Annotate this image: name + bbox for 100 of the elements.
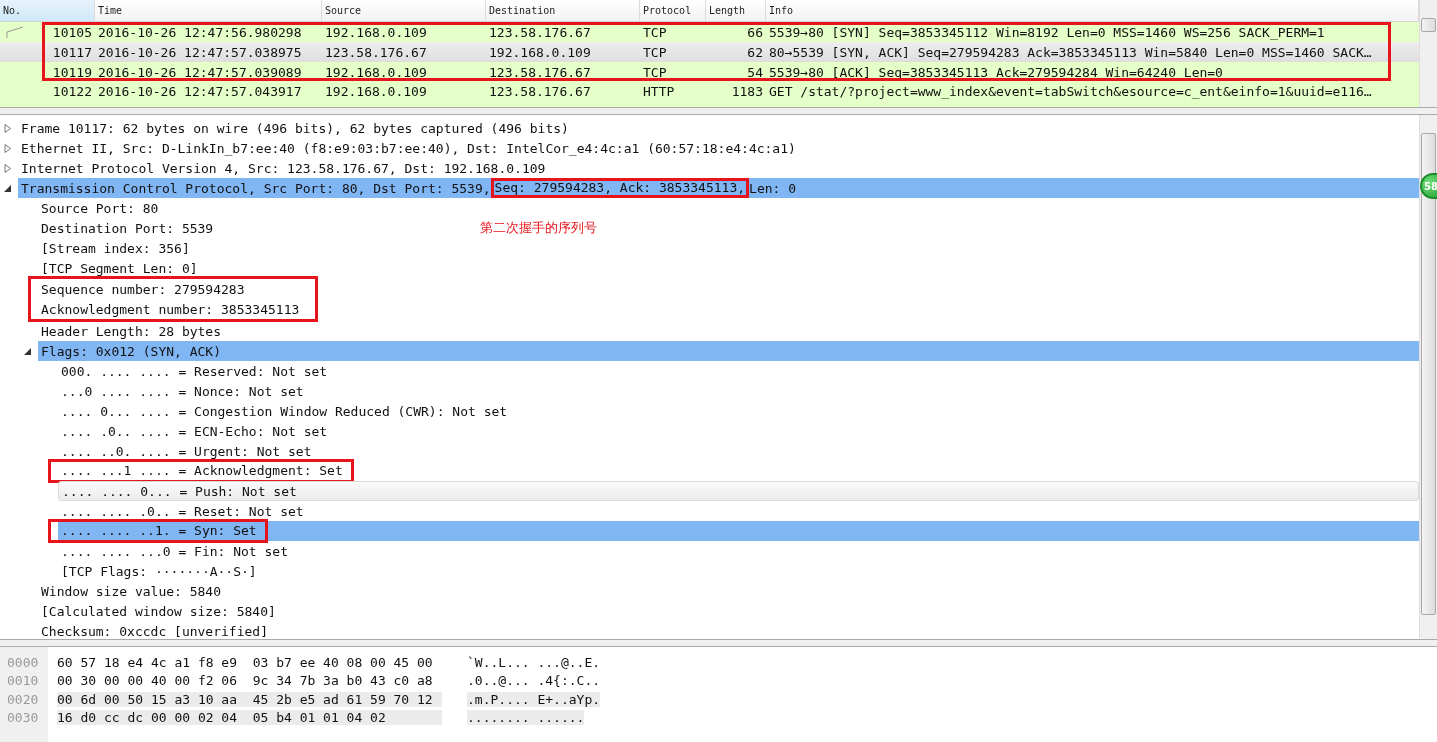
tree-item-text: [TCP Flags: ·······A··S·] <box>61 563 257 579</box>
tree-item-text: Source Port: 80 <box>41 200 159 216</box>
packet-cell: 80→5539 [SYN, ACK] Seq=279594283 Ack=3853345113 Win=5840 Len=0 MSS=1460 SACK… <box>769 44 1372 60</box>
pane-splitter[interactable] <box>0 640 1437 647</box>
annotation-note: 第二次握手的序列号 <box>480 219 598 237</box>
scrollbar[interactable] <box>1419 0 1437 107</box>
tree-item-text: Ethernet II, Src: D-LinkIn_b7:ee:40 (f8:e9:03:b7:ee:40), Dst: IntelCor_e4:4c:a1 (60:57:18:e4:4c:a1) <box>21 140 796 156</box>
tree-item-text: Len: 0 <box>749 180 797 196</box>
packet-cell: 123.58.176.67 <box>325 44 427 60</box>
packet-cell: 10105 <box>52 24 92 40</box>
packet-cell: 192.168.0.109 <box>325 24 427 40</box>
tree-item[interactable]: .... 0... .... = Congestion Window Reduced (CWR): Not set <box>58 401 1419 421</box>
tree-item-text: [TCP Segment Len: 0] <box>41 260 198 276</box>
packet-cell: 2016-10-26 12:47:57.038975 <box>98 44 302 60</box>
collapsed-arrow-icon[interactable] <box>4 123 12 133</box>
tree-item-text: Destination Port: 5539 <box>41 220 214 236</box>
tree-item[interactable]: Transmission Control Protocol, Src Port: 80, Dst Port: 5539, Seq: 279594283, Ack: 3853345113, Len: 0 <box>18 178 1419 198</box>
pane-splitter[interactable] <box>0 108 1437 115</box>
column-header[interactable]: Source <box>322 0 486 21</box>
tree-item[interactable]: .... .0.. .... = ECN-Echo: Not set <box>58 421 1419 441</box>
tree-item-text: 000. .... .... = Reserved: Not set <box>61 363 328 379</box>
tree-item[interactable]: Ethernet II, Src: D-LinkIn_b7:ee:40 (f8:e9:03:b7:ee:40), Dst: IntelCor_e4:4c:a1 (60:57:18:e4:4c:a1) <box>18 138 1419 158</box>
tree-item-text: Internet Protocol Version 4, Src: 123.58.176.67, Dst: 192.168.0.109 <box>21 160 546 176</box>
tree-item[interactable]: Destination Port: 5539 第二次握手的序列号 <box>38 218 1419 238</box>
tree-item-text: [Stream index: 356] <box>41 240 190 256</box>
packet-cell: 10122 <box>52 84 92 100</box>
packet-cell: 10119 <box>52 64 92 80</box>
packet-cell: TCP <box>643 24 667 40</box>
ascii-text: `W..L... ...@..E. <box>467 654 601 670</box>
packet-cell: 123.58.176.67 <box>489 64 591 80</box>
annotated-text: Seq: 279594283, Ack: 3853345113, <box>490 178 750 198</box>
tree-item[interactable]: .... .... ...0 = Fin: Not set <box>58 541 1419 561</box>
column-header[interactable]: Length <box>706 0 766 21</box>
hex-bytes: 00 6d 00 50 15 a3 10 aa 45 2b e5 ad 61 59 70 12 <box>57 691 442 707</box>
tree-item-text: .... .... ...0 = Fin: Not set <box>61 543 288 559</box>
packet-row[interactable]: 10122 2016-10-26 12:47:57.043917 192.168.0.109 123.58.176.67 HTTP 1183 GET /stat/?project=www_index&event=tabSwitch&esource=c_ent&einfo=1&uuid=e116… <box>0 82 1419 102</box>
tree-item-text: ...0 .... .... = Nonce: Not set <box>61 383 304 399</box>
tree-item[interactable]: Source Port: 80 <box>38 198 1419 218</box>
tree-item[interactable]: .... .... .0.. = Reset: Not set <box>58 501 1419 521</box>
tree-item-text: Frame 10117: 62 bytes on wire (496 bits), 62 bytes captured (496 bits) <box>21 120 569 136</box>
collapsed-arrow-icon[interactable] <box>4 163 12 173</box>
packet-cell: 123.58.176.67 <box>489 24 591 40</box>
tree-item[interactable]: [Calculated window size: 5840] <box>38 601 1419 621</box>
packet-cell: 2016-10-26 12:47:57.043917 <box>98 84 302 100</box>
byte-offset: 0030 <box>6 710 39 726</box>
tree-item[interactable]: Flags: 0x012 (SYN, ACK) <box>38 341 1419 361</box>
column-header[interactable]: No. <box>0 0 95 21</box>
tree-item-text: Flags: 0x012 (SYN, ACK) <box>41 343 221 359</box>
ascii-text: .m.P.... E+..aYp. <box>467 691 601 707</box>
packet-cell: 62 <box>747 44 763 60</box>
column-header[interactable]: Destination <box>486 0 640 21</box>
tree-item[interactable]: [TCP Flags: ·······A··S·] <box>58 561 1419 581</box>
packet-cell: 5539→80 [ACK] Seq=3853345113 Ack=279594284 Win=64240 Len=0 <box>769 64 1223 80</box>
packet-cell: 1183 <box>731 84 763 100</box>
expanded-arrow-icon[interactable] <box>24 346 32 356</box>
packet-cell: HTTP <box>643 84 675 100</box>
tree-item-text: Transmission Control Protocol, Src Port: 80, Dst Port: 5539, <box>21 180 491 196</box>
tree-item[interactable]: Frame 10117: 62 bytes on wire (496 bits), 62 bytes captured (496 bits) <box>18 118 1419 138</box>
byte-offset: 0000 <box>6 654 39 670</box>
packet-cell: 54 <box>747 64 763 80</box>
packet-row[interactable]: 10117 2016-10-26 12:47:57.038975 123.58.176.67 192.168.0.109 TCP 62 80→5539 [SYN, ACK] Seq=279594283 Ack=3853345113 Win=5840 Len=0 MSS=1460 SACK… <box>0 42 1419 62</box>
tree-item[interactable]: Checksum: 0xccdc [unverified] <box>38 621 1419 639</box>
packet-cell: TCP <box>643 44 667 60</box>
tree-item[interactable]: [TCP Segment Len: 0] <box>38 258 1419 278</box>
tree-item-text: Checksum: 0xccdc [unverified] <box>41 623 268 639</box>
tree-item-text: Header Length: 28 bytes <box>41 323 221 339</box>
tree-item-text: .... .0.. .... = ECN-Echo: Not set <box>61 423 328 439</box>
scrollbar[interactable] <box>1419 115 1437 639</box>
packet-cell: 10117 <box>52 44 92 60</box>
tree-item[interactable]: .... ..0. .... = Urgent: Not set <box>58 441 1419 461</box>
tree-item-text: .... .... .0.. = Reset: Not set <box>61 503 304 519</box>
packet-cell: 5539→80 [SYN] Seq=3853345112 Win=8192 Len=0 MSS=1460 WS=256 SACK_PERM=1 <box>769 24 1325 40</box>
packet-cell: TCP <box>643 64 667 80</box>
tree-item[interactable]: 000. .... .... = Reserved: Not set <box>58 361 1419 381</box>
annotated-text: .... .... ..1. = Syn: Set <box>48 519 268 543</box>
tree-item[interactable]: [Stream index: 356] <box>38 238 1419 258</box>
packet-cell: 2016-10-26 12:47:56.980298 <box>98 24 302 40</box>
tree-item[interactable]: Header Length: 28 bytes <box>38 321 1419 341</box>
column-header[interactable]: Time <box>95 0 322 21</box>
packet-cell: 192.168.0.109 <box>325 64 427 80</box>
collapsed-arrow-icon[interactable] <box>4 143 12 153</box>
tree-item[interactable]: .... .... 0... = Push: Not set <box>58 481 1419 501</box>
tree-item[interactable]: Window size value: 5840 <box>38 581 1419 601</box>
tree-item[interactable]: Acknowledgment number: 3853345113 <box>31 299 300 319</box>
expanded-arrow-icon[interactable] <box>4 183 12 193</box>
tree-item-text: .... .... 0... = Push: Not set <box>62 483 297 499</box>
tree-item-text: [Calculated window size: 5840] <box>41 603 276 619</box>
packet-cell: 2016-10-26 12:47:57.039089 <box>98 64 302 80</box>
tree-item[interactable]: ...0 .... .... = Nonce: Not set <box>58 381 1419 401</box>
tree-item-text: .... 0... .... = Congestion Window Reduced (CWR): Not set <box>61 403 508 419</box>
packet-cell: GET /stat/?project=www_index&event=tabSwitch&esource=c_ent&einfo=1&uuid=e116… <box>769 84 1372 100</box>
tree-item[interactable]: Sequence number: 279594283 <box>31 279 300 299</box>
hex-bytes: 60 57 18 e4 4c a1 f8 e9 03 b7 ee 40 08 00 45 00 <box>57 654 434 670</box>
byte-offset: 0020 <box>6 691 39 707</box>
packet-cell: 123.58.176.67 <box>489 84 591 100</box>
tree-item[interactable]: Internet Protocol Version 4, Src: 123.58.176.67, Dst: 192.168.0.109 <box>18 158 1419 178</box>
tree-item-text: .... ..0. .... = Urgent: Not set <box>61 443 312 459</box>
byte-offset: 0010 <box>6 673 39 689</box>
packet-cell: 192.168.0.109 <box>489 44 591 60</box>
column-header[interactable]: Protocol <box>640 0 706 21</box>
